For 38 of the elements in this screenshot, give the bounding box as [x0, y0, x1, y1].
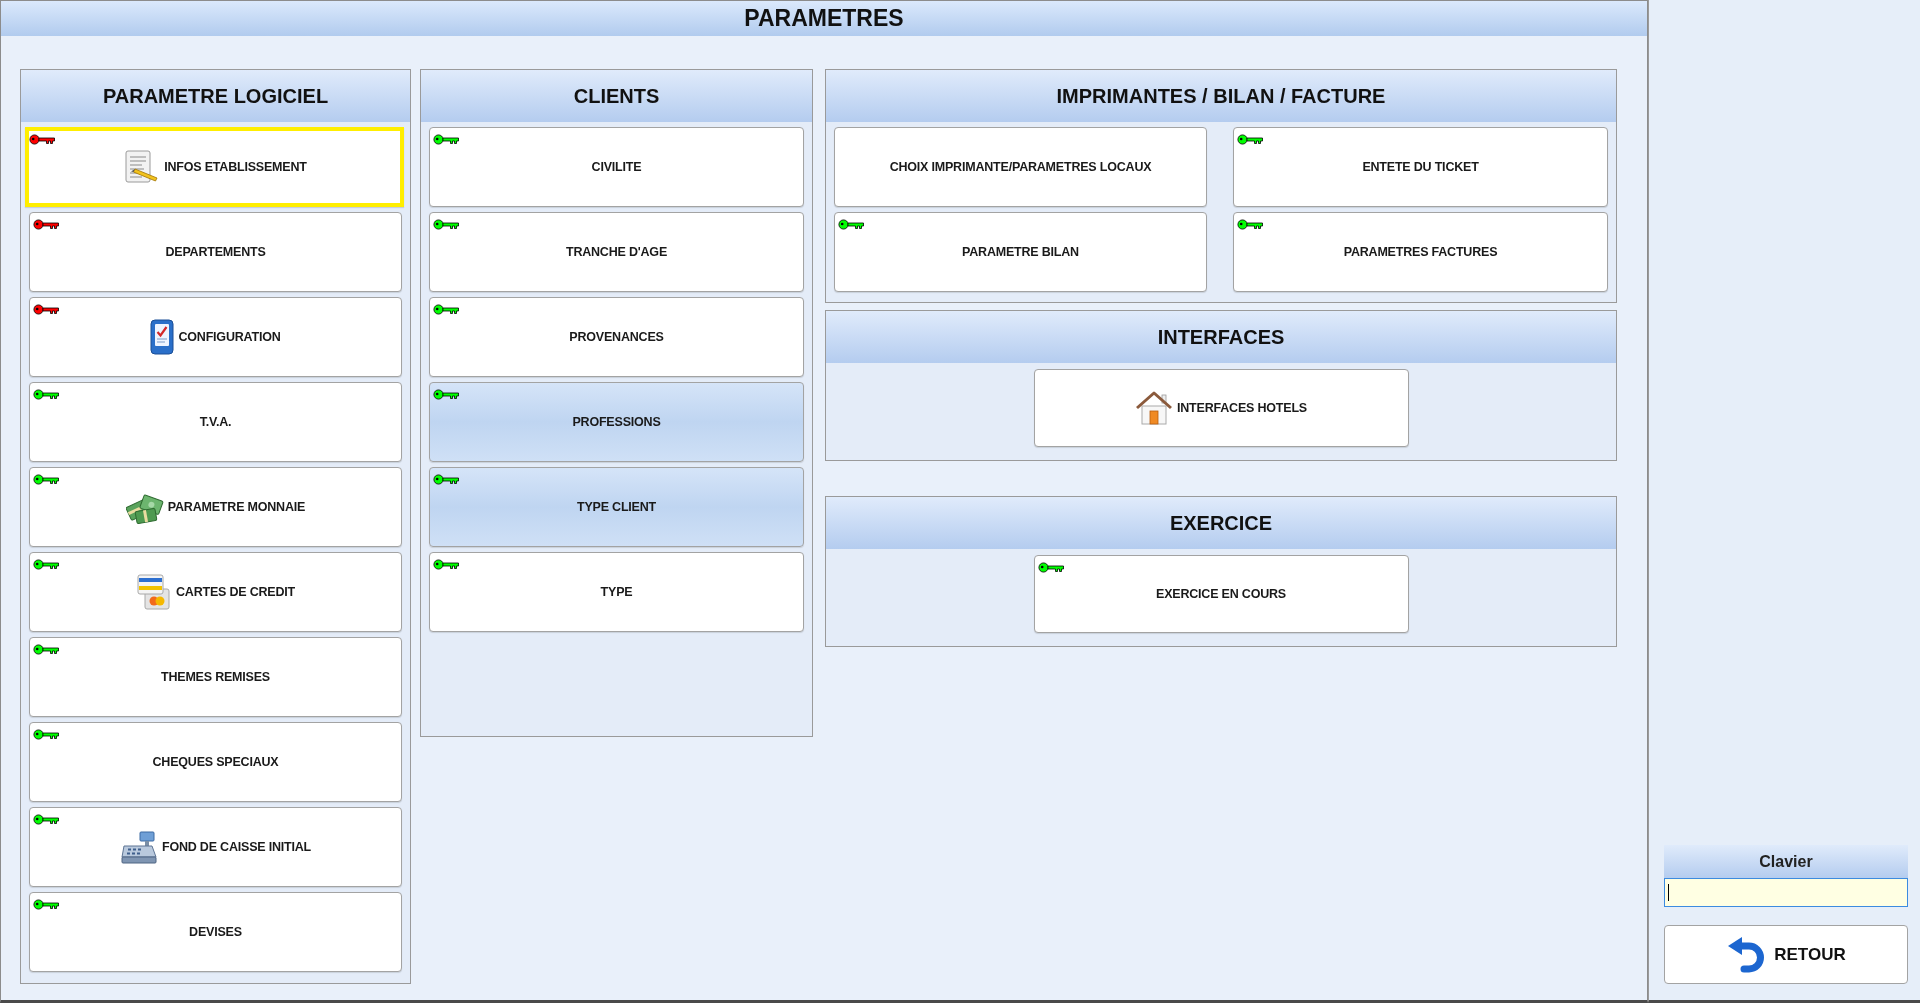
- settings-button[interactable]: DEPARTEMENTS: [29, 212, 402, 292]
- settings-button[interactable]: TRANCHE D'AGE: [429, 212, 804, 292]
- text-cursor-icon: [1668, 884, 1669, 901]
- settings-button[interactable]: CIVILITE: [429, 127, 804, 207]
- section-header: PARAMETRE LOGICIEL: [21, 70, 410, 122]
- settings-button[interactable]: CHEQUES SPECIAUX: [29, 722, 402, 802]
- settings-button[interactable]: INTERFACES HOTELS: [1033, 369, 1409, 447]
- settings-button[interactable]: PROFESSIONS: [429, 382, 804, 462]
- section-header: INTERFACES: [826, 311, 1616, 363]
- credit-cards-icon: [136, 573, 172, 611]
- settings-button[interactable]: PROVENANCES: [429, 297, 804, 377]
- settings-button[interactable]: DEVISES: [29, 892, 402, 972]
- settings-button[interactable]: PARAMETRE BILAN: [834, 212, 1207, 292]
- section-header: EXERCICE: [826, 497, 1616, 549]
- house-icon: [1135, 390, 1173, 426]
- back-button[interactable]: RETOUR: [1664, 925, 1908, 984]
- clipboard-check-icon: [150, 319, 175, 355]
- settings-button[interactable]: CONFIGURATION: [29, 297, 402, 377]
- settings-button[interactable]: TYPE: [429, 552, 804, 632]
- keyboard-input-field[interactable]: [1664, 878, 1908, 907]
- settings-button[interactable]: CHOIX IMPRIMANTE/PARAMETRES LOCAUX: [834, 127, 1207, 207]
- settings-button[interactable]: ENTETE DU TICKET: [1233, 127, 1608, 207]
- settings-button[interactable]: INFOS ETABLISSEMENT: [25, 127, 404, 207]
- notepad-pencil-icon: [122, 149, 161, 185]
- settings-button[interactable]: T.V.A.: [29, 382, 402, 462]
- section-header: CLIENTS: [421, 70, 812, 122]
- return-arrow-icon: [1726, 935, 1767, 974]
- keyboard-label: Clavier: [1664, 845, 1908, 878]
- settings-button[interactable]: FOND DE CAISSE INITIAL: [29, 807, 402, 887]
- settings-button[interactable]: PARAMETRE MONNAIE: [29, 467, 402, 547]
- settings-button[interactable]: TYPE CLIENT: [429, 467, 804, 547]
- cash-register-icon: [119, 829, 158, 865]
- settings-button[interactable]: PARAMETRES FACTURES: [1233, 212, 1608, 292]
- settings-button[interactable]: CARTES DE CREDIT: [29, 552, 402, 632]
- window-title: PARAMETRES: [1, 1, 1647, 36]
- section-header: IMPRIMANTES / BILAN / FACTURE: [826, 70, 1616, 122]
- settings-button[interactable]: EXERCICE EN COURS: [1033, 555, 1409, 633]
- settings-button[interactable]: THEMES REMISES: [29, 637, 402, 717]
